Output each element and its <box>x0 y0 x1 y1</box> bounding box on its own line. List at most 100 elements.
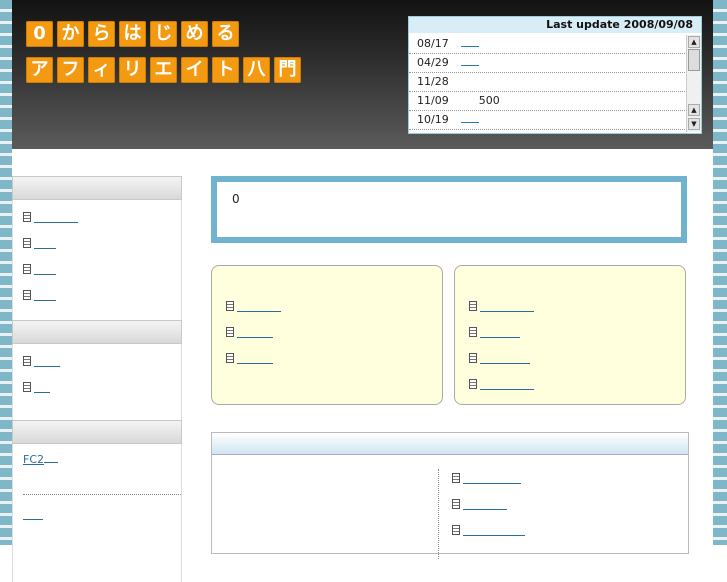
document-icon <box>226 353 234 363</box>
logo-glyph: ィ <box>88 57 115 83</box>
list-item[interactable] <box>469 371 685 397</box>
site-logo-line1[interactable]: 0からはじめる <box>26 21 239 47</box>
document-icon <box>469 301 477 311</box>
scroll-thumb[interactable] <box>688 49 700 71</box>
update-item: 04/29 <box>409 54 685 73</box>
site-header: 0からはじめる アフィリエイト八門 Last update 2008/09/08… <box>12 0 713 149</box>
document-icon <box>469 327 477 337</box>
list-link[interactable] <box>480 327 520 338</box>
document-icon <box>469 379 477 389</box>
list-link[interactable] <box>480 301 534 312</box>
update-link[interactable] <box>460 111 479 123</box>
list-item[interactable] <box>23 204 181 230</box>
list-link[interactable] <box>34 264 56 275</box>
update-text: 500 <box>478 94 500 107</box>
document-icon <box>23 238 31 248</box>
list-item[interactable] <box>469 293 685 319</box>
list-link[interactable] <box>480 379 534 390</box>
sidebar-section3-header <box>12 420 182 444</box>
logo-glyph: か <box>57 21 84 47</box>
document-icon <box>23 264 31 274</box>
list-link[interactable] <box>34 290 56 301</box>
document-icon <box>226 301 234 311</box>
update-link[interactable] <box>460 54 479 66</box>
document-icon <box>23 212 31 222</box>
update-date: 10/19 <box>417 113 449 126</box>
list-link[interactable] <box>480 353 530 364</box>
update-link[interactable] <box>460 35 479 47</box>
list-item[interactable] <box>23 282 181 308</box>
list-item[interactable] <box>226 319 442 345</box>
sidebar-bottom-link[interactable] <box>23 509 43 520</box>
list-link[interactable] <box>463 525 525 536</box>
notice-box: 0 <box>211 176 687 243</box>
scroll-up-icon[interactable]: ▲ <box>688 36 700 48</box>
list-link[interactable] <box>34 238 56 249</box>
panel-link-list <box>452 465 525 543</box>
scroll-up-icon-lower[interactable]: ▲ <box>688 104 700 116</box>
update-item: 11/09 500 <box>409 92 685 111</box>
document-icon <box>469 353 477 363</box>
list-item[interactable] <box>469 319 685 345</box>
logo-glyph: ア <box>26 57 53 83</box>
sidebar-section3: FC2 <box>12 444 182 582</box>
list-link[interactable] <box>34 212 78 223</box>
logo-glyph: め <box>181 21 208 47</box>
link-box-right <box>454 265 686 405</box>
update-date: 11/28 <box>417 75 449 88</box>
sidebar-section1 <box>12 200 182 320</box>
sidebar-divider <box>23 494 181 495</box>
list-link[interactable] <box>237 301 281 312</box>
document-icon <box>452 473 460 483</box>
notice-text: 0 <box>232 192 240 206</box>
list-item[interactable] <box>23 374 181 400</box>
logo-glyph: フ <box>57 57 84 83</box>
left-sidebar: FC2 <box>12 176 182 582</box>
list-item[interactable] <box>452 517 525 543</box>
logo-glyph: 八 <box>243 57 270 83</box>
list-item[interactable] <box>23 230 181 256</box>
list-item[interactable] <box>23 348 181 374</box>
document-icon <box>452 499 460 509</box>
logo-glyph: ら <box>88 21 115 47</box>
list-item[interactable] <box>469 345 685 371</box>
fc2-link[interactable]: FC2 <box>23 453 44 466</box>
sidebar-section2-header <box>12 320 182 344</box>
sidebar-section1-header <box>12 176 182 200</box>
panel-divider <box>438 469 439 559</box>
list-link[interactable] <box>463 499 507 510</box>
site-logo-line2[interactable]: アフィリエイト八門 <box>26 57 301 83</box>
document-icon <box>452 525 460 535</box>
logo-glyph: る <box>212 21 239 47</box>
logo-glyph: エ <box>150 57 177 83</box>
list-link[interactable] <box>237 327 273 338</box>
list-item[interactable] <box>452 491 525 517</box>
last-update-title: Last update 2008/09/08 <box>409 17 701 33</box>
content-panel <box>211 432 689 559</box>
list-item[interactable] <box>23 256 181 282</box>
panel-header <box>212 433 688 455</box>
update-item: 08/17 <box>409 35 685 54</box>
update-box: Last update 2008/09/08 08/17 04/29 11/28 11… <box>408 16 702 134</box>
sidebar-section2 <box>12 344 182 420</box>
document-icon <box>23 382 31 392</box>
document-icon <box>226 327 234 337</box>
list-link[interactable] <box>237 353 273 364</box>
update-date: 11/09 <box>417 94 449 107</box>
logo-glyph: 門 <box>274 57 301 83</box>
logo-glyph: は <box>119 21 146 47</box>
list-link[interactable] <box>463 473 521 484</box>
list-item[interactable] <box>226 345 442 371</box>
update-item: 10/19 <box>409 111 685 130</box>
fc2-link-tail[interactable] <box>44 452 59 463</box>
list-link[interactable] <box>34 382 50 393</box>
scroll-down-icon[interactable]: ▼ <box>688 118 700 130</box>
update-item: 11/28 <box>409 73 685 92</box>
logo-glyph: 0 <box>26 21 53 47</box>
logo-glyph: リ <box>119 57 146 83</box>
update-scrollbar[interactable]: ▲ ▲ ▼ <box>686 35 701 132</box>
list-item[interactable] <box>226 293 442 319</box>
list-item[interactable] <box>452 465 525 491</box>
list-link[interactable] <box>34 356 60 367</box>
update-date: 08/17 <box>417 37 449 50</box>
